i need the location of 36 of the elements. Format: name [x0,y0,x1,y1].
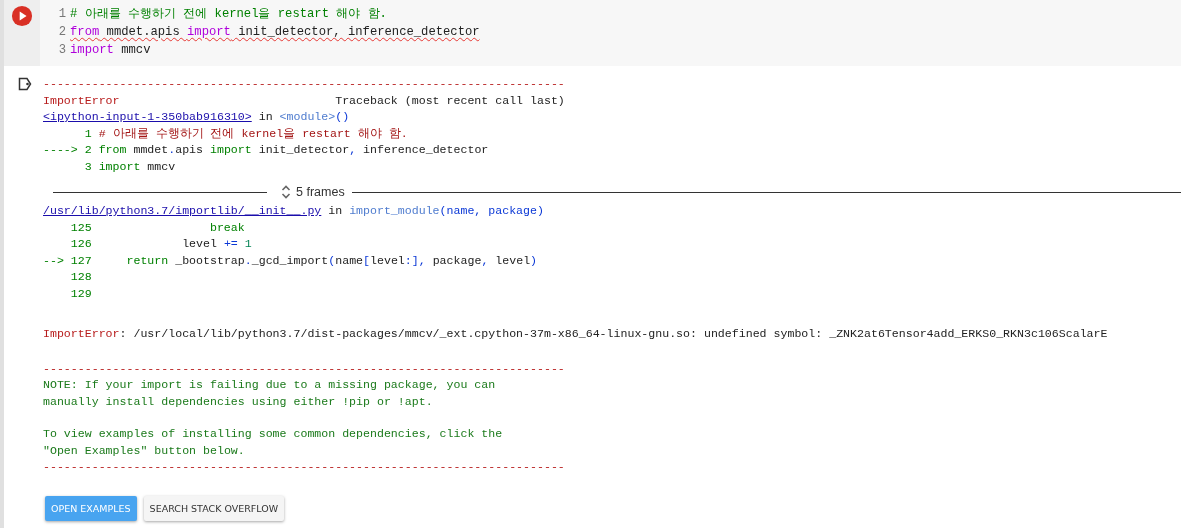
run-button[interactable] [11,5,33,27]
file-link[interactable]: <ipython-input-1-350bab916310> [43,109,252,126]
error-name: ImportError [43,92,120,109]
function-args: (name, package) [439,204,544,217]
traceback-line: ----> 2 from mmdet.apis import init_detector, inference_detector [43,142,490,158]
code-line: import mmcv [70,42,151,59]
line-number: 3 [58,42,66,59]
traceback-line: 125 break [69,219,246,236]
traceback-line: --> 127 return _bootstrap._gcd_import(name[level:], package, level) [43,252,539,269]
dashed-rule: --------------------------------------------------------------------------- [43,459,566,475]
dashed-rule: --------------------------------------------------------------------------- [43,360,566,377]
code-cell[interactable]: 1 # 아래를 수행하기 전에 kernel을 restart 해야 함. 2 from mmdet.apis import init_detector, inference_detector 3 import mmcv [4,0,1181,66]
traceback-line: 3 import mmcv [83,158,177,175]
line-number: 1 [58,6,66,23]
traceback-line: 1 # 아래를 수행하기 전에 kernel을 restart 해야 함. [83,125,409,142]
traceback-heading: Traceback (most recent call last) [335,92,565,109]
expand-frames-button[interactable]: 5 frames [267,185,352,199]
code-line: from mmdet.apis import init_detector, inference_detector [70,24,480,41]
search-button[interactable]: SEARCH STACK OVERFLOW [143,495,285,521]
traceback-line: 126 level += 1 [69,236,253,252]
traceback-line: 129 [69,285,93,302]
in-text: in [328,203,343,219]
dashed-rule: --------------------------------------------------------------------------- [43,76,566,92]
output-icon[interactable] [18,77,32,91]
error-message: ImportError: /usr/local/lib/python3.7/dist-packages/mmcv/_ext.cpython-37m-x86_64-linux-gnu.so: undefined symbol: _ZNK2at6Tensor4add_ERKS0_RKN3c106ScalarE [43,326,1109,342]
traceback-line: 128 [69,269,93,285]
code-line: # 아래를 수행하기 전에 kernel을 restart 해야 함. [70,6,387,23]
in-text: in [258,109,273,125]
file-link[interactable]: /usr/lib/python3.7/importlib/__init__.py [43,203,322,220]
function-name: <module> [279,110,336,123]
function-args: () [335,110,350,123]
line-number: 2 [58,24,66,41]
expand-collapse-icon [281,185,291,199]
note-text: NOTE: If your import is failing due to a missing package, you can manually install dependencies using either !pip or !apt. [43,377,497,410]
function-name: import_module [349,204,440,217]
note-text: To view examples of installing some common dependencies, click the "Open Examples" button below. [43,426,504,459]
